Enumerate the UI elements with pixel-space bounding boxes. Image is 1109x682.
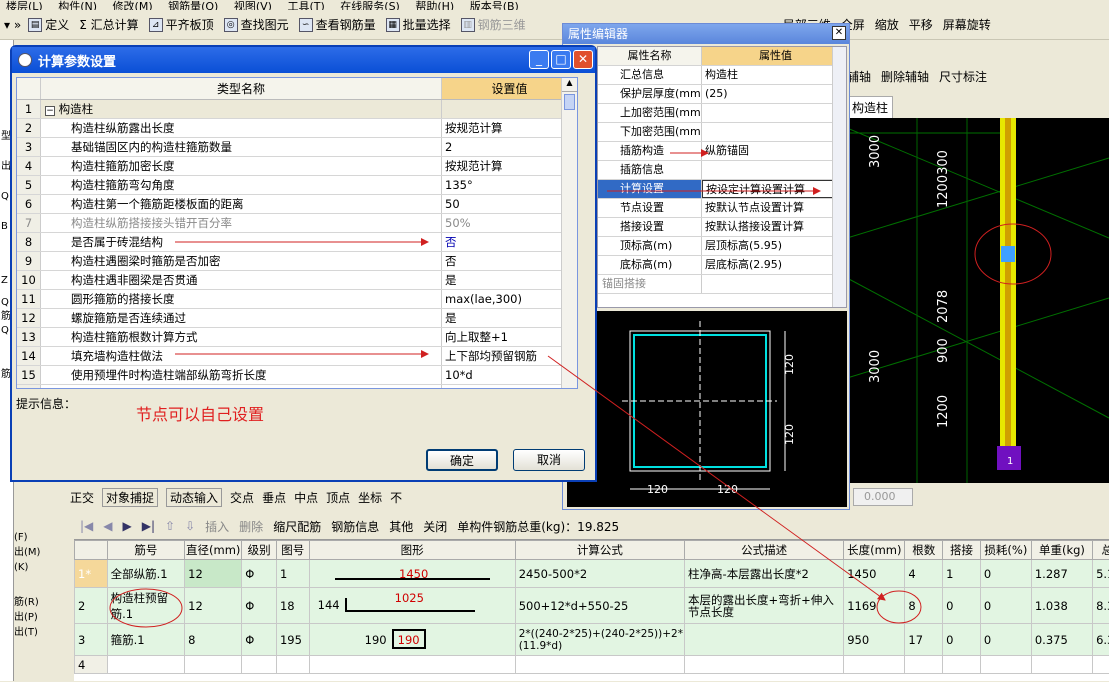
annotation-arrows bbox=[0, 0, 1109, 681]
